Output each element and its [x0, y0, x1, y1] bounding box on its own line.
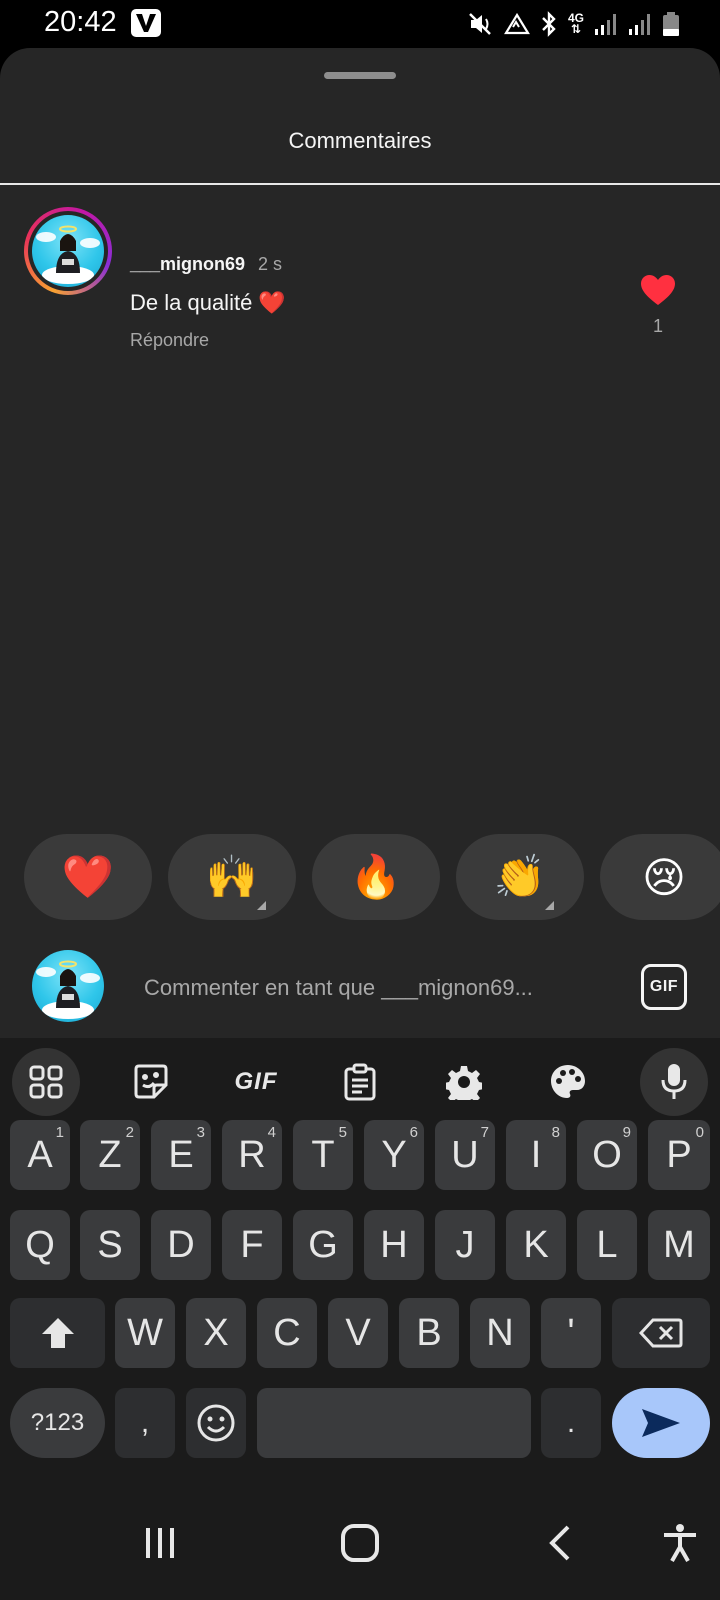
settings-gear-icon[interactable] — [430, 1048, 498, 1116]
shift-icon — [41, 1318, 74, 1348]
key-v[interactable]: V — [328, 1298, 388, 1368]
avatar — [32, 950, 104, 1022]
comment-input-row: Commenter en tant que ___mignon69... GIF — [0, 938, 720, 1038]
space-key[interactable] — [257, 1388, 531, 1458]
send-key[interactable] — [612, 1388, 710, 1458]
battery-icon — [663, 12, 679, 36]
reaction-crying[interactable]: 😢 — [600, 834, 720, 920]
accessibility-icon[interactable] — [650, 1513, 710, 1573]
avatar — [32, 215, 104, 287]
quick-reactions: ❤️ 🙌 🔥 👏 😢 — [0, 834, 720, 920]
key-w[interactable]: W — [115, 1298, 175, 1368]
key-g[interactable]: G — [293, 1210, 353, 1280]
emoji-icon — [197, 1404, 235, 1442]
divider — [0, 183, 720, 185]
sheet-drag-handle[interactable] — [324, 72, 396, 79]
comment-item: ___mignon69 2 s De la qualité ❤️ Répondr… — [0, 204, 720, 350]
bluetooth-icon — [542, 11, 556, 37]
key-e[interactable]: E3 — [151, 1120, 211, 1190]
network-type-label: 4G ⇅ — [567, 11, 584, 36]
skin-tone-indicator — [545, 901, 554, 910]
reaction-heart[interactable]: ❤️ — [24, 834, 152, 920]
send-icon — [642, 1409, 680, 1437]
reaction-fire[interactable]: 🔥 — [312, 834, 440, 920]
shift-key[interactable] — [10, 1298, 105, 1368]
key-z[interactable]: Z2 — [80, 1120, 140, 1190]
key-t[interactable]: T5 — [293, 1120, 353, 1190]
skin-tone-indicator — [257, 901, 266, 910]
comment-time: 2 s — [258, 254, 283, 274]
status-time: 20:42 — [44, 6, 117, 38]
reply-button[interactable]: Répondre — [130, 330, 209, 351]
comment-text: De la qualité ❤️ — [130, 290, 286, 315]
backspace-key[interactable] — [612, 1298, 710, 1368]
key-u[interactable]: U7 — [435, 1120, 495, 1190]
keyboard: GIF A 1 Z 2 E 3 R 4 T 5 Y 6 U 7 I 8 O 9 … — [0, 1038, 720, 1488]
symbols-key[interactable]: ?123 — [10, 1388, 105, 1458]
key-k[interactable]: K — [506, 1210, 566, 1280]
sheet-title: Commentaires — [288, 128, 432, 153]
keyboard-toolbar: GIF — [0, 1038, 720, 1128]
gif-button[interactable]: GIF — [641, 964, 687, 1010]
key-n[interactable]: N — [470, 1298, 530, 1368]
comma-key[interactable]: , — [115, 1388, 175, 1458]
key-b[interactable]: B — [399, 1298, 459, 1368]
like-count: 1 — [652, 316, 663, 336]
app-notification-icon — [131, 9, 161, 37]
key-q[interactable]: Q — [10, 1210, 70, 1280]
key-c[interactable]: C — [257, 1298, 317, 1368]
keyboard-gif-button[interactable]: GIF — [222, 1048, 290, 1116]
key-f[interactable]: F — [222, 1210, 282, 1280]
key-s[interactable]: S — [80, 1210, 140, 1280]
key-p[interactable]: P0 — [648, 1120, 710, 1190]
comment-username[interactable]: ___mignon69 — [130, 254, 245, 275]
key-d[interactable]: D — [151, 1210, 211, 1280]
key-y[interactable]: Y6 — [364, 1120, 424, 1190]
sticker-icon[interactable] — [117, 1048, 185, 1116]
comment-avatar[interactable] — [24, 207, 112, 295]
comment-input[interactable]: Commenter en tant que ___mignon69... — [144, 975, 533, 1001]
reaction-clapping[interactable]: 👏 — [456, 834, 584, 920]
navigation-bar — [0, 1488, 720, 1600]
microphone-icon[interactable] — [640, 1048, 708, 1116]
status-icons: 4G ⇅ — [468, 10, 680, 38]
key-r[interactable]: R4 — [222, 1120, 282, 1190]
recent-apps-icon[interactable] — [130, 1513, 190, 1573]
key-a[interactable]: A1 — [10, 1120, 70, 1190]
comments-sheet: Commentaires ___mignon69 2 s De la quali… — [0, 48, 720, 1038]
home-icon[interactable] — [330, 1513, 390, 1573]
signal-icon-2 — [629, 14, 650, 35]
signal-icon — [595, 14, 616, 35]
clipboard-icon[interactable] — [326, 1048, 394, 1116]
key-m[interactable]: M — [648, 1210, 710, 1280]
period-key[interactable]: . — [541, 1388, 601, 1458]
key-l[interactable]: L — [577, 1210, 637, 1280]
backspace-icon — [639, 1318, 683, 1348]
apps-grid-icon[interactable] — [12, 1048, 80, 1116]
key-i[interactable]: I8 — [506, 1120, 566, 1190]
mute-vibrate-icon — [469, 13, 491, 35]
reaction-raised-hands[interactable]: 🙌 — [168, 834, 296, 920]
like-heart-icon[interactable] — [640, 274, 676, 311]
theme-palette-icon[interactable] — [534, 1048, 602, 1116]
back-icon[interactable] — [531, 1513, 591, 1573]
data-saver-icon — [504, 12, 530, 35]
key-h[interactable]: H — [364, 1210, 424, 1280]
key-o[interactable]: O9 — [577, 1120, 637, 1190]
key-j[interactable]: J — [435, 1210, 495, 1280]
key-apostrophe[interactable]: ' — [541, 1298, 601, 1368]
status-bar: 20:42 4G ⇅ — [0, 0, 720, 48]
key-x[interactable]: X — [186, 1298, 246, 1368]
emoji-key[interactable] — [186, 1388, 246, 1458]
